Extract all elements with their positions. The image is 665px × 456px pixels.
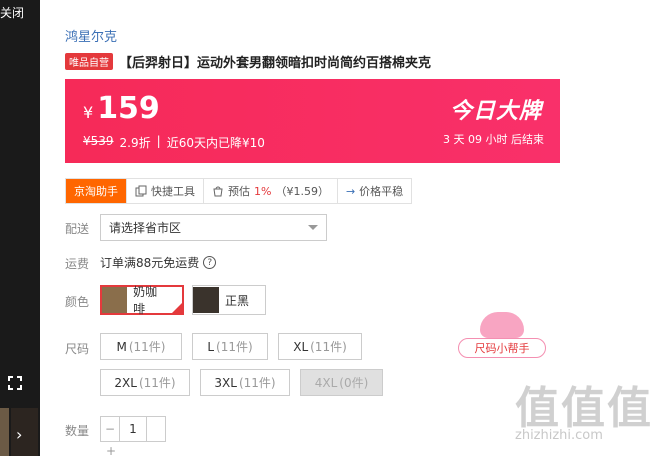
tab-price-trend[interactable]: → 价格平稳 [338, 179, 411, 203]
brand-link[interactable]: 鸿星尔克 [65, 26, 117, 45]
product-title: 【后羿射日】运动外套男翻领暗扣时尚简约百搭棉夹克 [119, 56, 432, 71]
mascot-icon [480, 312, 524, 338]
product-page: 关闭 › 鸿星尔克 唯品自营 【后羿射日】运动外套男翻领暗扣时尚简约百搭棉夹克 … [0, 0, 665, 456]
assistant-toolbar: 京淘助手 快捷工具 预估 1% （¥1.59） → 价格平稳 [65, 178, 413, 204]
selected-check-icon [171, 302, 183, 314]
price-banner: ¥ 159 ¥539 2.9折 | 近60天内已降¥10 今日大牌 3 天 09… [65, 79, 560, 163]
increment-button[interactable]: + [106, 444, 116, 456]
chevron-down-icon [308, 225, 318, 230]
size-name: 2XL [114, 375, 137, 390]
stock-count: (11件) [128, 340, 166, 354]
daily-deal-label: 今日大牌 [449, 99, 542, 124]
question-circle-icon[interactable]: ? [203, 256, 217, 269]
stock-count: (11件) [310, 340, 347, 354]
color-option-label: 正黑 [225, 293, 250, 308]
stepper-spacer [147, 417, 165, 441]
image-gallery: 关闭 › [0, 0, 40, 456]
stock-count: (11件) [238, 376, 276, 390]
price-drop-note: 近60天内已降¥10 [166, 136, 265, 150]
region-select-placeholder: 请选择省市区 [109, 221, 182, 235]
chevron-right-icon[interactable]: › [16, 425, 22, 444]
size-option-l[interactable]: L (11件) [192, 333, 268, 360]
size-helper-button[interactable]: 尺码小帮手 [458, 338, 546, 358]
delivery-label: 配送 [65, 222, 90, 236]
watermark-url: zhizhizhi.com [515, 428, 603, 443]
current-price: ¥ 159 [83, 91, 160, 126]
stock-count: (11件) [138, 376, 176, 390]
thumbnail[interactable] [0, 408, 9, 456]
thumbnail[interactable]: › [11, 408, 38, 456]
color-option-milk-coffee[interactable]: 奶咖啡 [100, 285, 184, 316]
tab-label: 快捷工具 [151, 185, 195, 198]
bag-icon [213, 186, 223, 197]
price-details: ¥539 2.9折 | 近60天内已降¥10 [83, 134, 265, 151]
size-label: 尺码 [65, 342, 90, 356]
quantity-label: 数量 [65, 424, 90, 438]
size-name: 4XL [314, 375, 338, 390]
color-option-black[interactable]: 正黑 [192, 285, 266, 315]
watermark-logo: 值值值 [515, 383, 653, 434]
estimate-amount: （¥1.59） [275, 185, 329, 198]
currency-symbol: ¥ [83, 103, 94, 122]
size-name: 3XL [214, 375, 237, 390]
separator: | [156, 134, 161, 148]
color-swatch [193, 287, 219, 313]
copy-icon [135, 185, 147, 197]
discount-rate: 2.9折 [119, 136, 151, 150]
tab-label: 价格平稳 [359, 185, 404, 198]
quantity-stepper: − 1 [100, 416, 166, 442]
size-option-m[interactable]: M (11件) [100, 333, 182, 360]
size-helper[interactable]: 尺码小帮手 [458, 312, 548, 360]
thumbnail-row: › [0, 408, 40, 456]
shipping-info: 订单满88元免运费 ? [100, 254, 217, 271]
color-swatch [102, 287, 128, 313]
self-operated-badge: 唯品自营 [65, 53, 113, 70]
arrow-right-icon: → [345, 184, 356, 198]
color-option-label: 奶咖啡 [133, 285, 158, 316]
shipping-text: 订单满88元免运费 [100, 256, 200, 270]
size-option-3xl[interactable]: 3XL (11件) [200, 369, 290, 396]
tab-jingtao-assistant[interactable]: 京淘助手 [66, 179, 127, 203]
size-option-2xl[interactable]: 2XL (11件) [100, 369, 190, 396]
tab-label: 预估 [228, 185, 250, 198]
size-option-4xl: 4XL (0件) [300, 369, 383, 396]
close-button[interactable]: 关闭 [0, 4, 24, 21]
countdown-timer: 3 天 09 小时 后结束 [443, 133, 544, 146]
size-option-xl[interactable]: XL (11件) [278, 333, 362, 360]
tab-quick-tools[interactable]: 快捷工具 [127, 179, 204, 203]
quantity-input[interactable]: 1 [119, 417, 147, 441]
size-name: M [116, 339, 127, 354]
fullscreen-icon[interactable] [8, 376, 22, 390]
size-name: L [207, 339, 215, 354]
region-select[interactable]: 请选择省市区 [100, 214, 327, 241]
size-name: XL [293, 339, 309, 354]
decrement-button[interactable]: − [101, 417, 119, 441]
tab-label: 京淘助手 [74, 185, 118, 198]
stock-count: (11件) [216, 340, 253, 354]
tab-estimate[interactable]: 预估 1% （¥1.59） [204, 179, 338, 203]
original-price: ¥539 [83, 134, 114, 148]
title-row: 唯品自营 【后羿射日】运动外套男翻领暗扣时尚简约百搭棉夹克 [65, 52, 431, 71]
shipping-label: 运费 [65, 257, 90, 271]
color-label: 颜色 [65, 295, 90, 309]
price-value: 159 [97, 91, 160, 126]
stock-count: (0件) [339, 376, 369, 390]
estimate-rate: 1% [254, 184, 272, 198]
